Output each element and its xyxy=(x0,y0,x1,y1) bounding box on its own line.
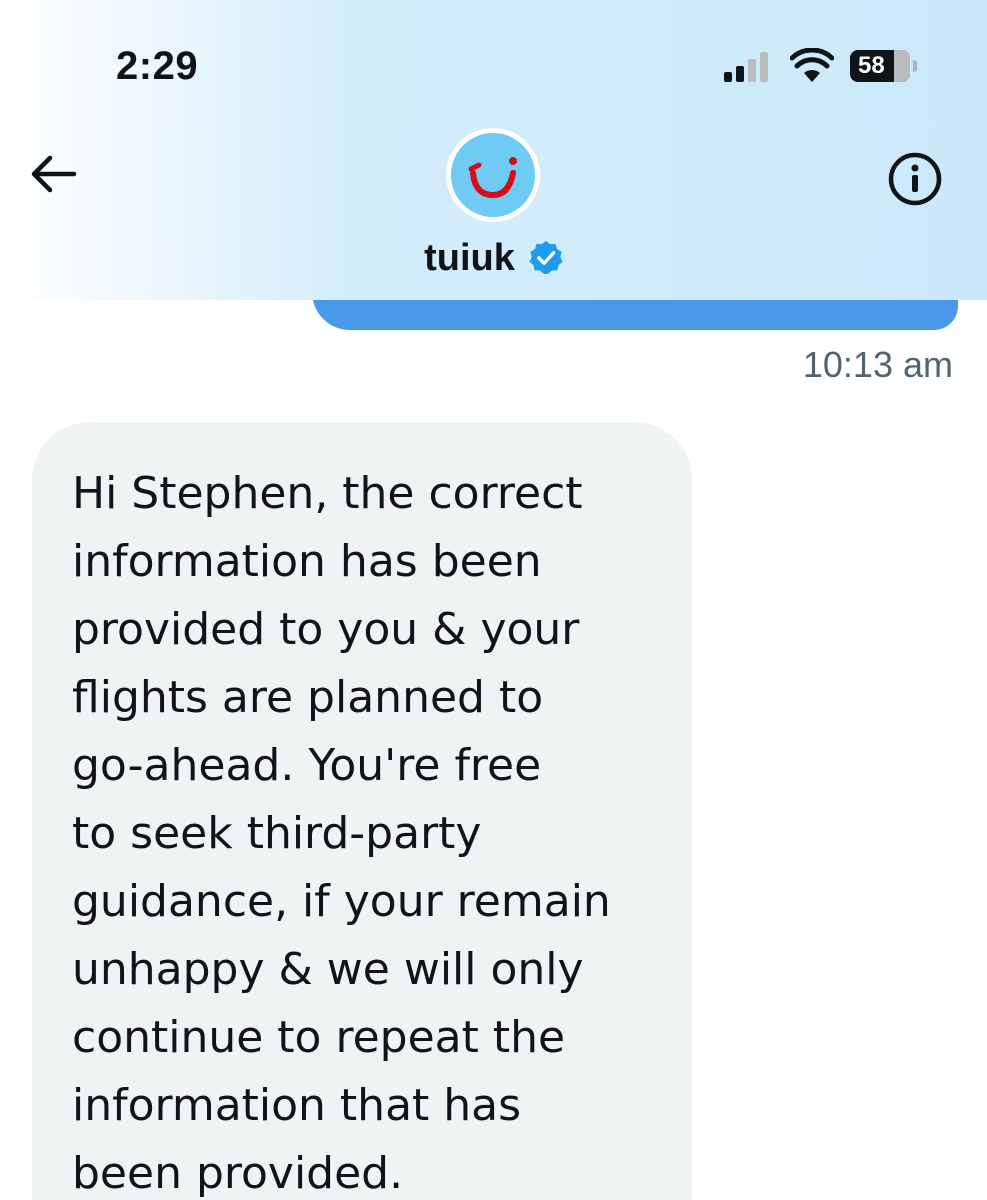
received-message-text: Hi Stephen, the correct information has … xyxy=(72,468,611,1199)
conversation-header: 2:29 58 tuiuk xyxy=(0,0,987,300)
battery-indicator: 58 xyxy=(850,50,920,82)
verified-badge-icon xyxy=(529,240,563,274)
back-arrow-icon[interactable] xyxy=(28,152,78,196)
avatar[interactable] xyxy=(446,128,540,222)
status-bar-time: 2:29 xyxy=(116,44,199,88)
tui-logo-icon xyxy=(451,133,535,217)
conversation-title[interactable]: tuiuk xyxy=(0,232,987,284)
wifi-icon xyxy=(790,48,834,82)
username: tuiuk xyxy=(424,236,515,279)
battery-percentage: 58 xyxy=(858,52,885,79)
received-message-bubble[interactable]: Hi Stephen, the correct information has … xyxy=(32,422,692,1200)
sent-message-timestamp: 10:13 am xyxy=(802,344,953,385)
cellular-signal-icon xyxy=(724,52,768,82)
info-icon[interactable] xyxy=(886,150,944,208)
